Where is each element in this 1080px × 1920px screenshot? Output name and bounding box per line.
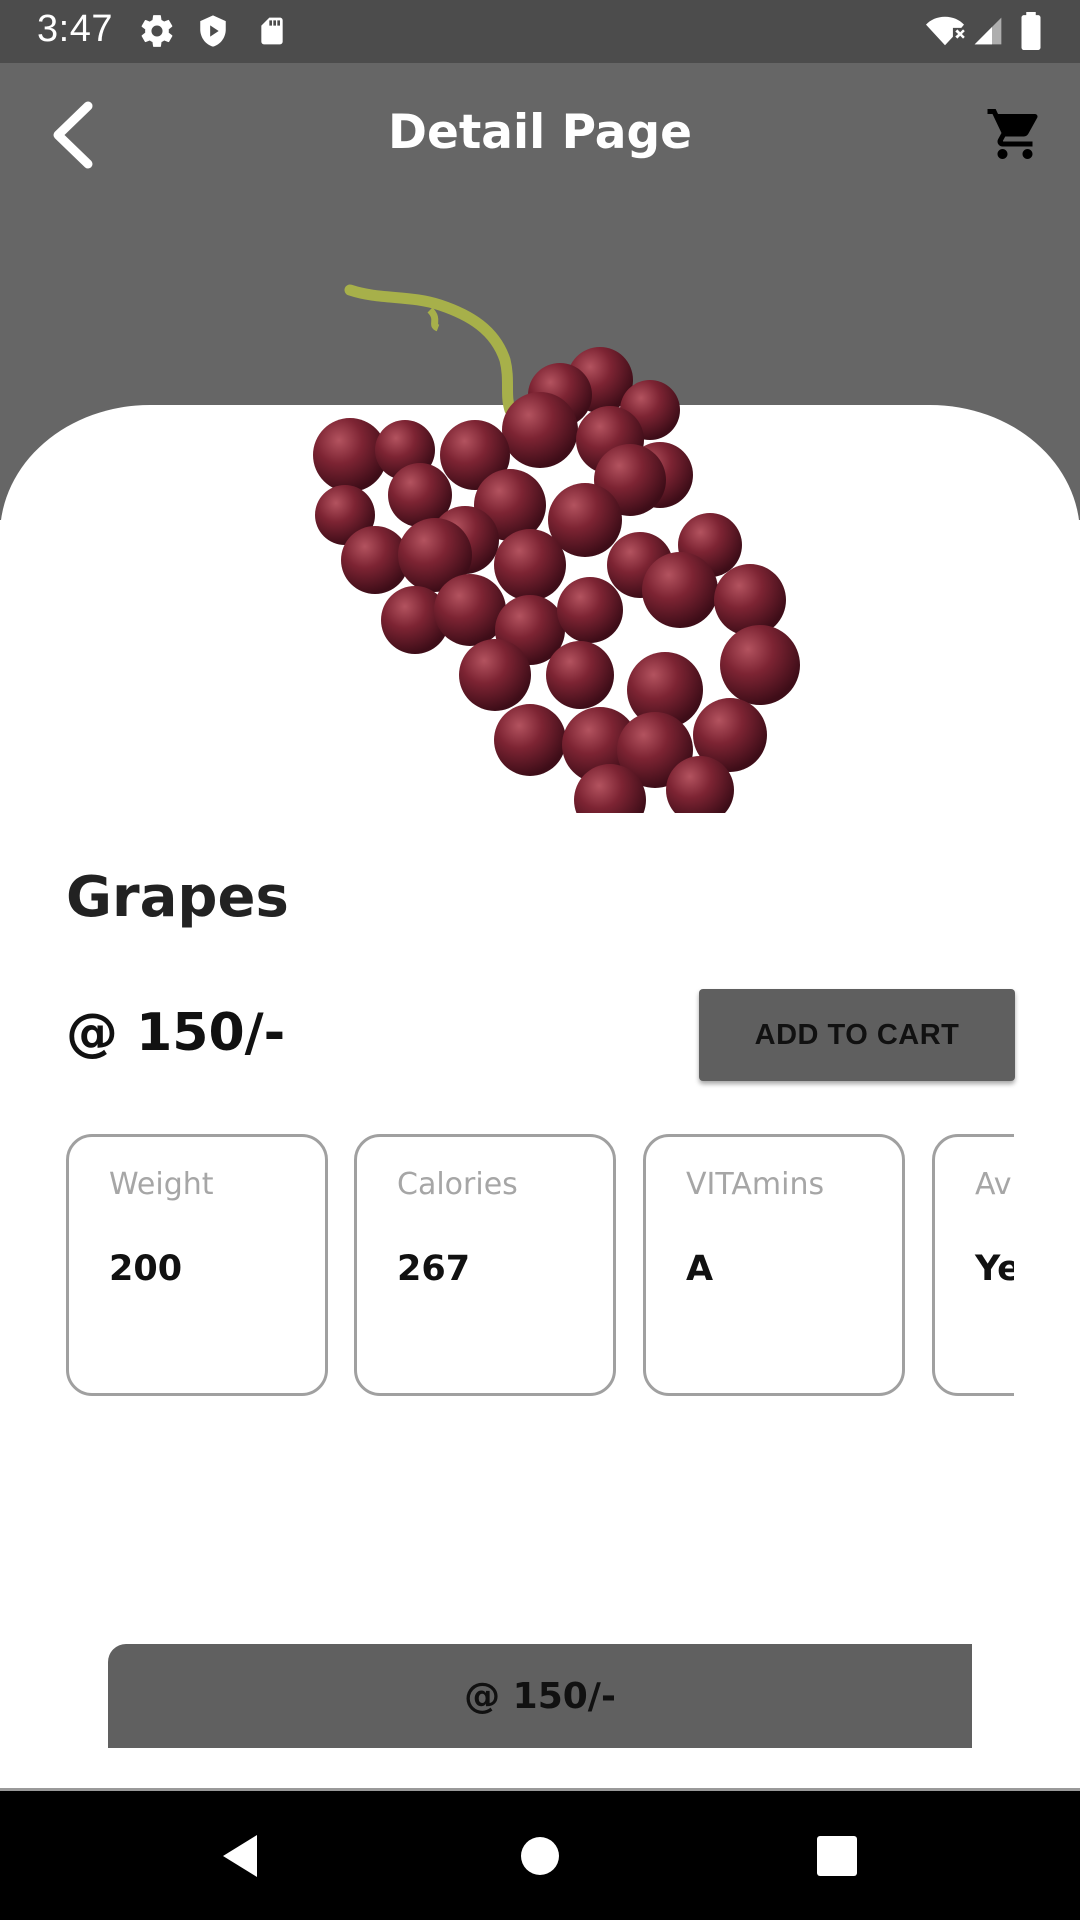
info-card-value: A [686, 1249, 714, 1289]
info-card-value: Ye [975, 1249, 1014, 1289]
info-card-vitamins: VITAmins A [643, 1134, 905, 1396]
product-name: Grapes [66, 865, 289, 930]
info-card-label: VITAmins [686, 1167, 825, 1202]
cell-signal-icon [974, 17, 1002, 45]
add-to-cart-button[interactable]: ADD TO CART [699, 989, 1015, 1081]
product-price: @ 150/- [66, 1003, 286, 1063]
info-card-calories: Calories 267 [354, 1134, 616, 1396]
info-card-value: 200 [109, 1249, 183, 1289]
navigation-bar [0, 1791, 1080, 1920]
wifi-off-icon [926, 16, 965, 46]
info-card-value: 267 [397, 1249, 471, 1289]
nav-recents-icon[interactable] [802, 1821, 872, 1891]
page-title: Detail Page [387, 105, 693, 160]
status-bar: 3:47 [0, 0, 1080, 63]
info-card-label: Weight [109, 1167, 214, 1202]
status-time: 3:47 [37, 8, 113, 50]
settings-icon [141, 15, 173, 47]
shield-play-icon [200, 15, 226, 47]
info-card-availability: Av Ye [932, 1134, 1014, 1396]
info-card-weight: Weight 200 [66, 1134, 328, 1396]
nav-home-icon[interactable] [505, 1821, 575, 1891]
sd-card-icon [261, 17, 283, 45]
bottom-price-bar[interactable]: @ 150/- [108, 1644, 972, 1748]
nav-back-icon[interactable] [205, 1821, 275, 1891]
battery-icon [1021, 12, 1041, 50]
info-cards-strip[interactable]: Weight 200 Calories 267 VITAmins A Av Ye [66, 1134, 1014, 1398]
info-card-label: Av [975, 1167, 1012, 1202]
grapes-image [313, 284, 800, 813]
shopping-cart-icon [987, 109, 1038, 159]
info-card-label: Calories [397, 1167, 518, 1202]
cart-button[interactable] [985, 104, 1045, 164]
